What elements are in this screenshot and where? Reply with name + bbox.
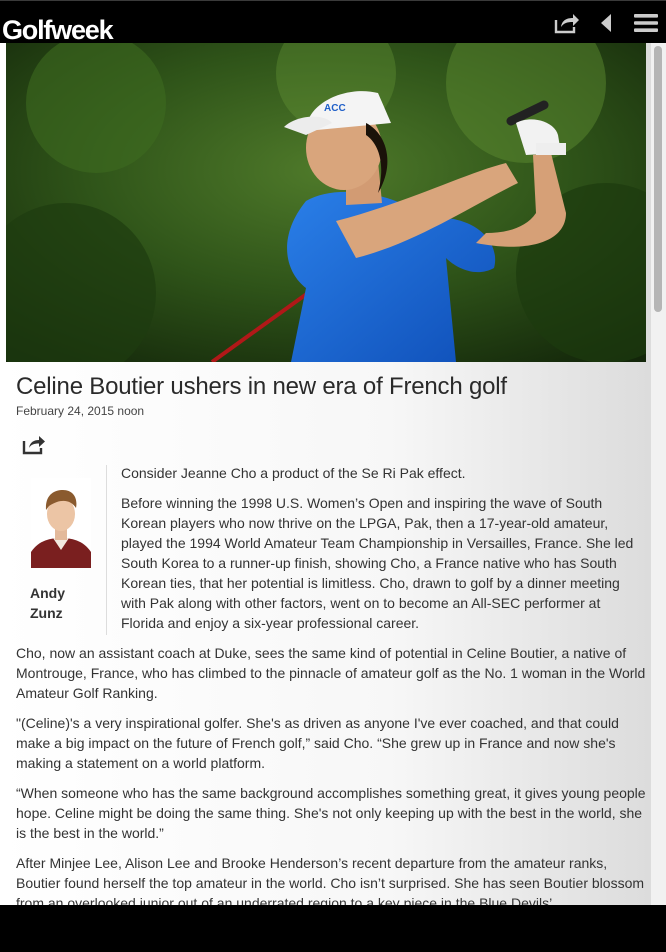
article-paragraph: Cho, now an assistant coach at Duke, see… [16, 645, 646, 701]
article-paragraph: "(Celine)'s a very inspirational golfer.… [16, 715, 619, 771]
author-first-name: Andy [30, 585, 65, 601]
top-bar: Golfweek [0, 0, 666, 45]
hero-photo: ACC [6, 43, 646, 362]
article-scroll-area[interactable]: ACC Celine Boutier ushers in new era of … [0, 43, 651, 905]
article-paragraph: “When someone who has the same backgroun… [16, 785, 646, 841]
author-last-name: Zunz [30, 605, 63, 621]
article-title: Celine Boutier ushers in new era of Fren… [16, 373, 507, 400]
scrollbar-thumb[interactable] [654, 46, 662, 312]
share-icon[interactable] [552, 9, 582, 37]
article-date: February 24, 2015 noon [16, 404, 145, 418]
article-paragraph: Consider Jeanne Cho a product of the Se … [121, 465, 466, 481]
author-name[interactable]: Andy Zunz [30, 583, 100, 623]
article-paragraph: Before winning the 1998 U.S. Women’s Ope… [121, 495, 634, 631]
article-share-icon[interactable] [22, 433, 46, 455]
back-arrow-icon[interactable] [596, 9, 616, 37]
golfweek-logo[interactable]: Golfweek [2, 13, 114, 47]
scrollbar[interactable] [651, 43, 666, 905]
bottom-bar [0, 905, 666, 952]
article-paragraph: After Minjee Lee, Alison Lee and Brooke … [16, 855, 645, 905]
author-photo [31, 478, 91, 568]
menu-icon[interactable] [631, 9, 661, 37]
svg-text:ACC: ACC [324, 103, 346, 114]
author-box: Andy Zunz [14, 465, 107, 635]
